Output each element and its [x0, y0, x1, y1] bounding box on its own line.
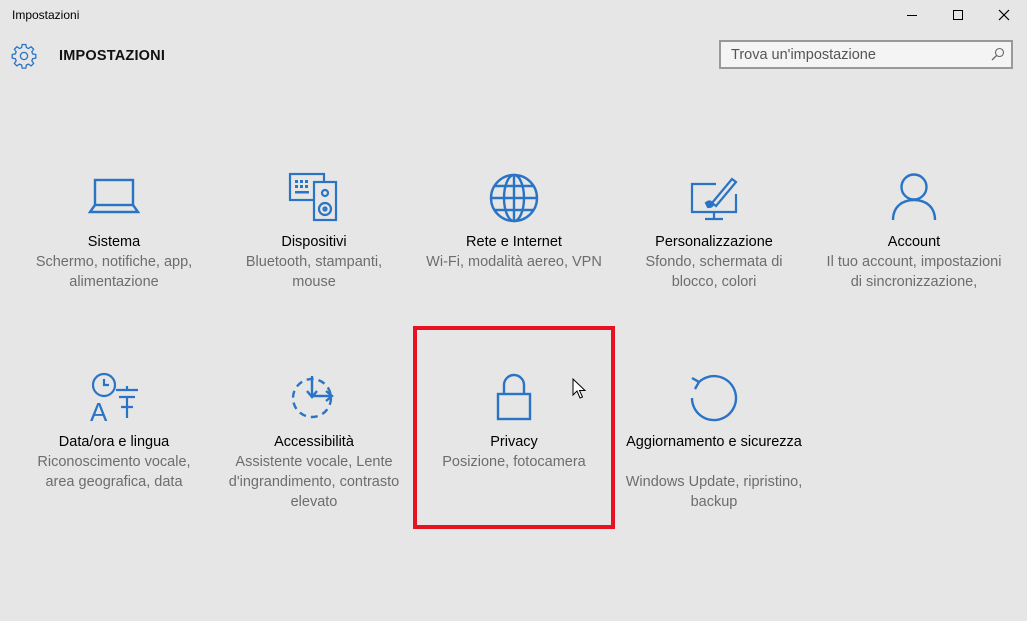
tile-description: Wi-Fi, modalità aereo, VPN — [426, 254, 602, 270]
settings-header: IMPOSTAZIONI — [0, 38, 1027, 78]
search-box[interactable] — [719, 40, 1013, 69]
window-title: Impostazioni — [12, 8, 80, 22]
globe-icon — [488, 172, 540, 224]
tile-sistema[interactable]: Sistema Schermo, notifiche, app, aliment… — [14, 172, 214, 372]
maximize-button[interactable] — [935, 0, 981, 30]
search-icon[interactable] — [991, 47, 1005, 61]
devices-icon — [288, 172, 340, 224]
tile-label: Account — [887, 234, 941, 250]
tile-label: Rete e Internet — [466, 234, 562, 250]
svg-text:A: A — [90, 397, 108, 424]
tile-label: Personalizzazione — [655, 234, 773, 250]
tile-dispositivi[interactable]: Dispositivi Bluetooth, stampanti, mouse — [214, 172, 414, 372]
mouse-cursor-icon — [572, 378, 586, 399]
tile-account[interactable]: Account Il tuo account, impostazioni di … — [814, 172, 1014, 372]
privacy-highlight-box — [413, 326, 615, 529]
tile-label: Data/ora e lingua — [58, 434, 170, 450]
tile-label: Accessibilità — [274, 434, 354, 450]
time-language-icon: A — [88, 372, 140, 424]
gear-icon — [11, 43, 37, 69]
close-button[interactable] — [981, 0, 1027, 30]
person-icon — [888, 172, 940, 224]
laptop-icon — [88, 172, 140, 224]
tile-label: Dispositivi — [281, 234, 347, 250]
tile-description: Bluetooth, stampanti, mouse — [245, 254, 383, 290]
tile-label: Aggiornamento e sicurezza — [626, 434, 802, 450]
tile-description: Schermo, notifiche, app, alimentazione — [35, 254, 193, 290]
ease-of-access-icon — [288, 372, 340, 424]
maximize-icon — [953, 10, 963, 20]
tile-label: Sistema — [87, 234, 141, 250]
tile-description: Assistente vocale, Lente d'ingrandimento… — [228, 454, 400, 510]
tile-personalizzazione[interactable]: Personalizzazione Sfondo, schermata di b… — [614, 172, 814, 372]
title-bar: Impostazioni — [0, 0, 1027, 30]
minimize-button[interactable] — [889, 0, 935, 30]
page-title: IMPOSTAZIONI — [59, 48, 166, 64]
tile-accessibilita[interactable]: Accessibilità Assistente vocale, Lente d… — [214, 372, 414, 572]
search-input[interactable] — [721, 42, 981, 67]
tile-description: Riconoscimento vocale, area geografica, … — [37, 454, 191, 490]
tile-aggiornamento-sicurezza[interactable]: Aggiornamento e sicurezza Windows Update… — [614, 372, 814, 572]
paint-icon — [688, 172, 740, 224]
minimize-icon — [907, 15, 917, 16]
tile-description: Windows Update, ripristino, backup — [625, 474, 803, 510]
update-icon — [688, 372, 740, 424]
tile-description: Sfondo, schermata di blocco, colori — [645, 254, 783, 290]
close-icon — [998, 9, 1010, 21]
tile-description: Il tuo account, impostazioni di sincroni… — [826, 254, 1002, 290]
tile-data-ora-lingua[interactable]: A Data/ora e lingua Riconoscimento vocal… — [14, 372, 214, 572]
